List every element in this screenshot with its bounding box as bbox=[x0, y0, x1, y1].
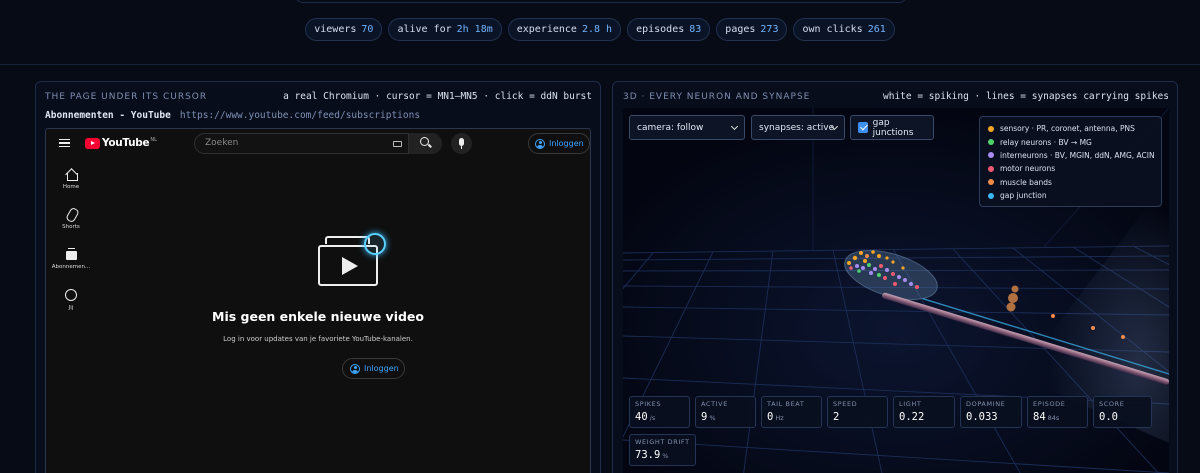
legend-item-gap-junction: gap junction bbox=[988, 189, 1153, 202]
stat-pages: pages 273 bbox=[716, 18, 788, 41]
gap-junctions-toggle[interactable]: gap junctions bbox=[850, 115, 934, 140]
legend-item-sensory: sensory · PR, coronet, antenna, PNS bbox=[988, 122, 1153, 135]
chevron-down-icon bbox=[730, 122, 739, 131]
empty-state-title: Mis geen enkele nieuwe video bbox=[212, 309, 424, 324]
stat-own-clicks: own clicks 261 bbox=[793, 18, 895, 41]
neuron-3d-view[interactable]: camera: follow synapses: active gap junc… bbox=[623, 108, 1169, 473]
stat-viewers: viewers 70 bbox=[305, 18, 383, 41]
legend-item-motor: motor neurons bbox=[988, 162, 1153, 175]
camera-select[interactable]: camera: follow bbox=[629, 115, 745, 140]
panel-subtitle: a real Chromium · cursor = MN1–MN5 · cli… bbox=[283, 91, 592, 102]
shorts-icon bbox=[65, 208, 78, 221]
legend-item-muscle: muscle bands bbox=[988, 176, 1153, 189]
youtube-header: YouTube NL Zoeken Inloggen bbox=[46, 129, 590, 159]
metric-score: SCORE 0.0 bbox=[1093, 396, 1152, 428]
synapses-select[interactable]: synapses: active bbox=[751, 115, 845, 140]
empty-state-login-button[interactable]: Inloggen bbox=[342, 358, 405, 379]
youtube-play-icon bbox=[85, 137, 100, 149]
keyboard-icon[interactable] bbox=[393, 141, 402, 147]
menu-icon[interactable] bbox=[59, 139, 70, 147]
search-icon bbox=[420, 137, 429, 146]
home-icon bbox=[65, 168, 78, 181]
panel-subtitle: white = spiking · lines = synapses carry… bbox=[883, 91, 1169, 102]
panel-title: THE PAGE UNDER ITS CURSOR bbox=[45, 92, 208, 102]
divider bbox=[0, 64, 1200, 65]
sidebar-item-shorts[interactable]: Shorts bbox=[46, 208, 96, 230]
search-placeholder: Zoeken bbox=[205, 138, 239, 148]
legend-item-interneurons: interneurons · BV, MGIN, ddN, AMG, ACIN bbox=[988, 149, 1155, 162]
stat-episodes: episodes 83 bbox=[627, 18, 711, 41]
metric-active: ACTIVE 9% bbox=[695, 396, 756, 428]
sidebar-item-you[interactable]: Jij bbox=[46, 289, 96, 311]
page-info: Abonnementen - YouTube https://www.youtub… bbox=[45, 110, 420, 121]
login-button[interactable]: Inloggen bbox=[528, 133, 590, 154]
sidebar-item-home[interactable]: Home bbox=[46, 168, 96, 190]
search-button[interactable] bbox=[408, 133, 442, 154]
account-icon bbox=[350, 363, 360, 374]
browser-viewport[interactable]: YouTube NL Zoeken Inloggen Home Shorts A… bbox=[45, 128, 591, 473]
page-title: Abonnementen - YouTube bbox=[45, 110, 171, 121]
sidebar-item-subscriptions[interactable]: Abonnemen... bbox=[46, 248, 96, 270]
you-icon bbox=[64, 289, 78, 302]
top-panel-edge bbox=[295, 0, 907, 3]
microphone-icon[interactable] bbox=[451, 133, 472, 154]
metric-dopamine: DOPAMINE 0.033 bbox=[960, 396, 1022, 428]
metric-speed: SPEED 2 bbox=[827, 396, 888, 428]
checkbox-icon[interactable] bbox=[858, 122, 868, 133]
empty-state-subtitle: Log in voor updates van je favoriete You… bbox=[223, 335, 413, 343]
muscle-node bbox=[1008, 293, 1018, 303]
cursor-indicator bbox=[364, 233, 386, 255]
metric-spikes: SPIKES 40/s bbox=[629, 396, 690, 428]
page-url: https://www.youtube.com/feed/subscriptio… bbox=[179, 110, 421, 121]
browser-panel: THE PAGE UNDER ITS CURSOR a real Chromiu… bbox=[35, 81, 601, 473]
legend: sensory · PR, coronet, antenna, PNS rela… bbox=[979, 116, 1162, 207]
youtube-logo[interactable]: YouTube NL bbox=[85, 137, 157, 149]
metric-weight-drift: WEIGHT DRIFT 73.9% bbox=[629, 434, 696, 466]
subscriptions-icon bbox=[65, 248, 78, 261]
metric-episode: EPISODE 84 84s bbox=[1027, 396, 1088, 428]
search-input[interactable]: Zoeken bbox=[194, 133, 442, 154]
panel-title: 3D · EVERY NEURON AND SYNAPSE bbox=[623, 92, 811, 102]
stats-bar: viewers 70 alive for 2h 18m experience 2.8 … bbox=[0, 18, 1200, 41]
neuron-panel: 3D · EVERY NEURON AND SYNAPSE white = sp… bbox=[612, 81, 1178, 473]
legend-item-relay: relay neurons · BV → MG bbox=[988, 135, 1153, 148]
stat-alive-for: alive for 2h 18m bbox=[388, 18, 502, 41]
metric-light: LIGHT 0.22 bbox=[893, 396, 955, 428]
account-icon bbox=[535, 138, 545, 149]
metric-tail-beat: TAIL BEAT 0 Hz bbox=[761, 396, 822, 428]
stat-experience: experience 2.8 h bbox=[507, 18, 622, 41]
